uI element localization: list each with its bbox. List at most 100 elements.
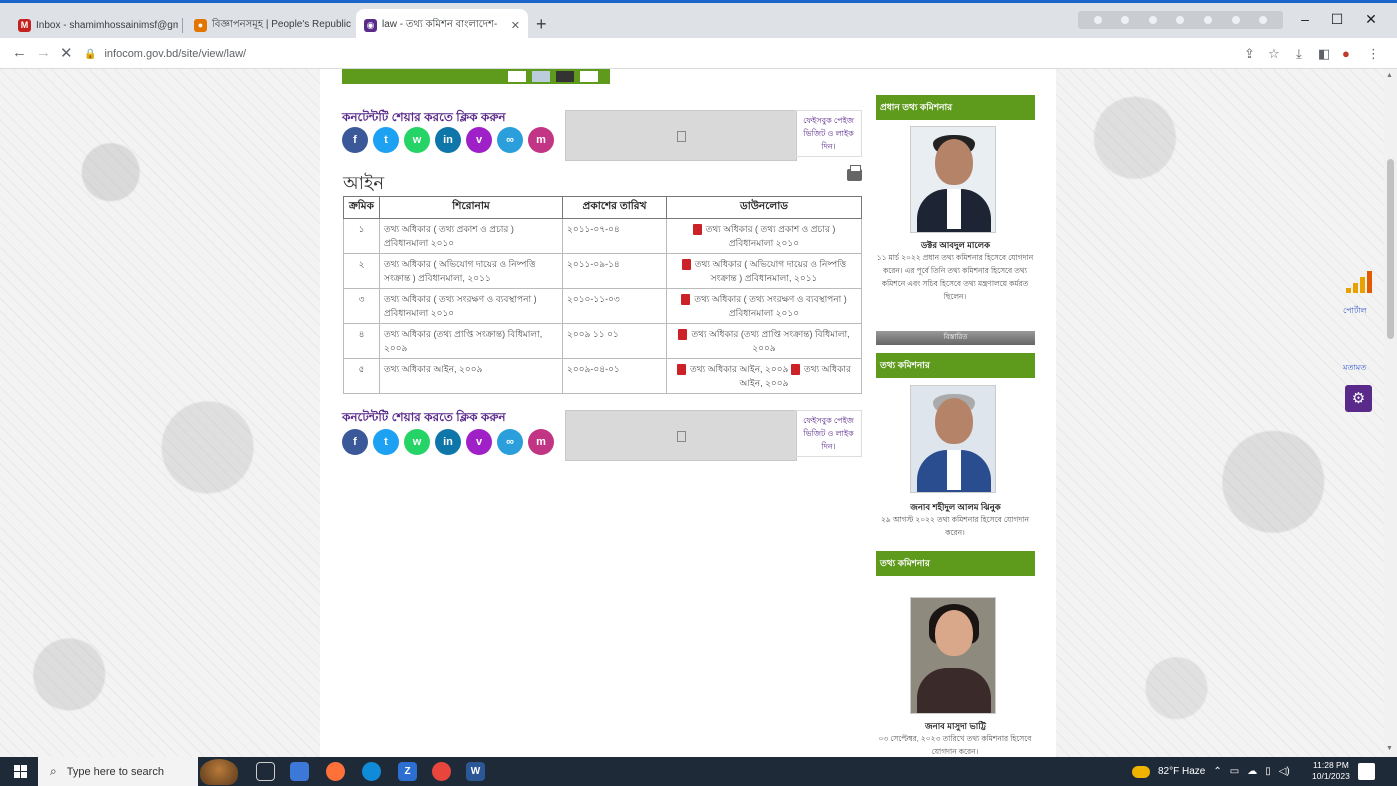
print-icon[interactable]: [847, 165, 862, 181]
linkedin-icon[interactable]: in: [435, 429, 461, 455]
table-row: ৫ তথ্য অধিকার আইন, ২০০৯ ২০০৯-০৪-০১ তথ্য …: [343, 358, 862, 394]
linkedin-icon[interactable]: in: [435, 127, 461, 153]
whatsapp-icon[interactable]: w: [404, 127, 430, 153]
facebook-page-link[interactable]: ফেইসবুক পেইজ ভিজিট ও লাইক দিন।: [795, 410, 862, 457]
col-download: ডাউনলোড: [666, 196, 862, 219]
pdf-icon[interactable]: [681, 259, 691, 271]
back-icon[interactable]: ←: [12, 44, 27, 61]
table-row: ২ তথ্য অধিকার ( অভিযোগ দায়ের ও নিষ্পত্ত…: [343, 253, 862, 289]
ad-placeholder: [565, 110, 797, 161]
table-row: ১ তথ্য অধিকার ( তথ্য প্রকাশ ও প্রচার ) প…: [343, 218, 862, 254]
cloud-icon[interactable]: ☁: [1247, 766, 1257, 777]
address-bar: ← → ✕ 🔒 infocom.gov.bd/site/view/law/ ⇪ …: [0, 38, 1397, 69]
document-icon: [676, 131, 686, 143]
menu-kebab-icon[interactable]: ⋮: [1367, 46, 1380, 62]
volume-icon[interactable]: ◁): [1279, 766, 1290, 777]
col-title: শিরোনাম: [379, 196, 563, 219]
stats-bar-icon[interactable]: [1346, 271, 1372, 293]
search-icon: ⌕: [50, 764, 57, 778]
more-details-button[interactable]: বিস্তারিত: [876, 331, 1035, 345]
share-title: কনটেন্টটি শেয়ার করতে ক্লিক করুন: [342, 410, 506, 424]
download-link[interactable]: তথ্য অধিকার আইন, ২০০৯: [690, 364, 788, 374]
tab-ads[interactable]: ● বিজ্ঞাপনসমূহ | People's Republic o ✕: [186, 9, 354, 41]
download-link[interactable]: তথ্য অধিকার (তথ্য প্রাপ্তি সংক্রান্ত) বি…: [691, 329, 849, 353]
tab-law-active[interactable]: ◉ law - তথ্য কমিশন বাংলাদেশ- ✕: [356, 9, 528, 41]
notification-center-icon[interactable]: [1358, 763, 1375, 780]
cell-title: তথ্য অধিকার আইন, ২০০৯: [379, 358, 563, 394]
download-icon[interactable]: ⤓: [1296, 46, 1302, 62]
taskbar-search-input[interactable]: ⌕ Type here to search: [38, 757, 198, 786]
zoom-icon[interactable]: Z: [398, 762, 417, 781]
tray-chevron-icon[interactable]: ⌃: [1213, 766, 1221, 777]
viber-icon[interactable]: v: [466, 429, 492, 455]
file-explorer-icon[interactable]: [290, 762, 309, 781]
whatsapp-icon[interactable]: w: [404, 429, 430, 455]
task-view-icon[interactable]: [256, 762, 275, 781]
cell-title: তথ্য অধিকার ( তথ্য সংরক্ষণ ও ব্যবস্থাপনা…: [379, 288, 563, 324]
messenger-icon[interactable]: m: [528, 127, 554, 153]
download-link[interactable]: তথ্য অধিকার ( অভিযোগ দায়ের ও নিষ্পত্তি …: [695, 259, 846, 283]
share-page-icon[interactable]: ⇪: [1244, 46, 1255, 62]
cell-serial: ১: [343, 218, 380, 254]
close-window-button[interactable]: ✕: [1356, 11, 1386, 28]
side-panel-icon[interactable]: ◧: [1318, 46, 1330, 62]
pdf-icon[interactable]: [678, 329, 688, 341]
table-header-row: ক্রমিক শিরোনাম প্রকাশের তারিখ ডাউনলোড: [343, 196, 862, 219]
scroll-up-icon[interactable]: ▲: [1386, 72, 1393, 79]
messenger-icon[interactable]: m: [528, 429, 554, 455]
tab-title: বিজ্ঞাপনসমূহ | People's Republic o: [212, 18, 354, 30]
network-icon[interactable]: ▭: [1230, 766, 1239, 777]
windows-taskbar: ⌕ Type here to search Z W 82°F Haze ⌃ ▭ …: [0, 757, 1397, 786]
scroll-thumb[interactable]: [1387, 159, 1394, 339]
link-icon[interactable]: ∞: [497, 127, 523, 153]
facebook-icon[interactable]: f: [342, 429, 368, 455]
weather-text[interactable]: 82°F Haze: [1158, 766, 1205, 777]
tab-title: Inbox - shamimhossainimsf@gm: [36, 19, 178, 31]
viber-icon[interactable]: v: [466, 127, 492, 153]
pdf-icon[interactable]: [692, 224, 702, 236]
facebook-page-link[interactable]: ফেইসবুক পেইজ ভিজিট ও লাইক দিন।: [795, 110, 862, 157]
profile-avatar-icon[interactable]: ●: [1342, 46, 1350, 61]
forward-icon[interactable]: →: [36, 44, 51, 61]
accessibility-icon[interactable]: ⚙: [1345, 385, 1372, 412]
sidebar-header-chief: প্রধান তথ্য কমিশনার: [876, 95, 1035, 120]
widgets-icon[interactable]: [200, 759, 238, 785]
facebook-icon[interactable]: f: [342, 127, 368, 153]
cell-serial: ৩: [343, 288, 380, 324]
twitter-icon[interactable]: t: [373, 127, 399, 153]
pdf-icon[interactable]: [790, 364, 800, 376]
col-date: প্রকাশের তারিখ: [562, 196, 667, 219]
feedback-label[interactable]: মতামত: [1343, 362, 1366, 375]
twitter-icon[interactable]: t: [373, 429, 399, 455]
battery-icon[interactable]: ▯: [1265, 766, 1271, 777]
firefox-icon[interactable]: [326, 762, 345, 781]
tab-gmail[interactable]: M Inbox - shamimhossainimsf@gm ✕: [10, 9, 178, 41]
col-serial: ক্রমিক: [343, 196, 380, 219]
new-tab-button[interactable]: +: [536, 15, 547, 33]
search-placeholder: Type here to search: [66, 765, 164, 778]
pdf-icon[interactable]: [677, 364, 687, 376]
stop-icon[interactable]: ✕: [60, 44, 73, 62]
windows-start-icon[interactable]: [14, 765, 27, 778]
chrome-icon[interactable]: [432, 762, 451, 781]
download-link[interactable]: তথ্য অধিকার ( তথ্য প্রকাশ ও প্রচার ) প্র…: [706, 224, 836, 248]
maximize-button[interactable]: ☐: [1322, 11, 1352, 28]
url-field[interactable]: 🔒 infocom.gov.bd/site/view/law/: [84, 43, 1234, 65]
edge-icon[interactable]: [362, 762, 381, 781]
weather-icon: [1132, 765, 1150, 778]
ad-placeholder: [565, 410, 797, 461]
tab-title: law - তথ্য কমিশন বাংলাদেশ-: [382, 18, 498, 30]
taskbar-clock[interactable]: 11:28 PM 10/1/2023: [1312, 760, 1350, 782]
scroll-down-icon[interactable]: ▼: [1386, 745, 1393, 752]
portal-label[interactable]: পোর্টাল: [1343, 305, 1367, 318]
page-scrollbar[interactable]: ▲ ▼: [1384, 69, 1397, 757]
close-tab-icon[interactable]: ✕: [505, 19, 520, 32]
pdf-icon[interactable]: [681, 294, 691, 306]
bookmark-star-icon[interactable]: ☆: [1268, 46, 1280, 62]
law-table: ক্রমিক শিরোনাম প্রকাশের তারিখ ডাউনলোড ১ …: [343, 196, 862, 394]
download-link[interactable]: তথ্য অধিকার ( তথ্য সংরক্ষণ ও ব্যবস্থাপনা…: [694, 294, 847, 318]
word-icon[interactable]: W: [466, 762, 485, 781]
share-buttons-bottom: f t w in v ∞ m: [342, 429, 554, 455]
minimize-button[interactable]: –: [1290, 11, 1320, 27]
link-icon[interactable]: ∞: [497, 429, 523, 455]
